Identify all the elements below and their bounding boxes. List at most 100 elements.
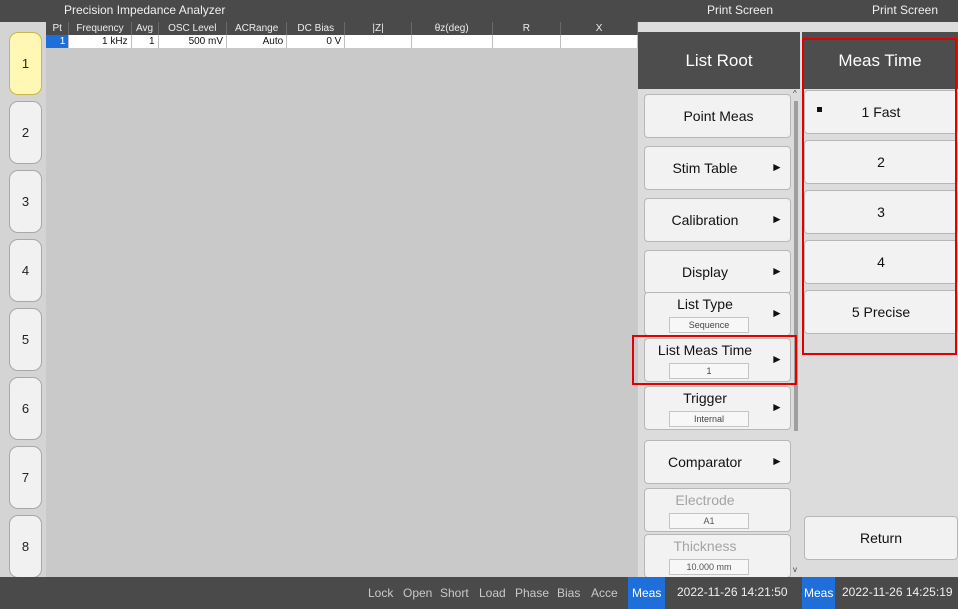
cell-z <box>344 35 412 48</box>
trigger-label: Trigger <box>683 390 727 406</box>
measurement-list-area: Pt Frequency Avg OSC Level ACRange DC Bi… <box>46 22 638 577</box>
option-label: 5 Precise <box>851 304 911 320</box>
option-label: 4 <box>877 254 885 270</box>
column-header-pt: Pt <box>46 22 70 35</box>
column-header-frequency: Frequency <box>68 22 132 35</box>
status-lock: Lock <box>368 586 394 600</box>
scroll-down-icon[interactable]: v <box>793 565 799 575</box>
column-header-osc-level: OSC Level <box>158 22 228 35</box>
status-acce: Acce <box>591 586 618 600</box>
column-header-avg: Avg <box>131 22 159 35</box>
title-bar: Precision Impedance Analyzer Print Scree… <box>0 0 958 22</box>
display-label: Display <box>682 264 728 280</box>
channel-tab-2[interactable]: 2 <box>9 101 42 164</box>
channel-tab-5[interactable]: 5 <box>9 308 42 371</box>
timestamp-1: 2022-11-26 14:21:50 <box>677 585 788 599</box>
status-short: Short <box>440 586 469 600</box>
meas-time-option-2[interactable]: 2 <box>804 140 958 184</box>
table-row[interactable]: 1 1 kHz 1 500 mV Auto 0 V <box>46 35 638 48</box>
channel-tab-7[interactable]: 7 <box>9 446 42 509</box>
menu-scrollbar[interactable]: ^ v <box>793 89 799 577</box>
meas-time-option-1[interactable]: 1 Fast <box>804 90 958 134</box>
column-header-x: X <box>560 22 638 35</box>
comparator-button[interactable]: Comparator ► <box>644 440 791 484</box>
list-type-button[interactable]: List Type Sequence ► <box>644 292 791 336</box>
status-phase: Phase <box>515 586 550 600</box>
cell-r <box>492 35 562 48</box>
list-type-value: Sequence <box>669 317 749 333</box>
timestamp-2: 2022-11-26 14:25:19 <box>842 585 953 599</box>
submenu-title: Meas Time <box>802 32 958 89</box>
calibration-button[interactable]: Calibration ► <box>644 198 791 242</box>
column-header-theta: θz(deg) <box>411 22 493 35</box>
status-open: Open <box>403 586 433 600</box>
electrode-label: Electrode <box>675 492 735 508</box>
point-meas-button[interactable]: Point Meas <box>644 94 791 138</box>
option-label: 1 Fast <box>861 104 901 120</box>
list-meas-time-button[interactable]: List Meas Time 1 ► <box>644 338 791 382</box>
meas-time-option-5[interactable]: 5 Precise <box>804 290 958 334</box>
column-header-ac-range: ACRange <box>226 22 288 35</box>
option-label: 3 <box>877 204 885 220</box>
chevron-right-icon: ► <box>771 264 783 278</box>
thickness-value: 10.000 mm <box>669 559 749 575</box>
channel-tab-strip: 1 2 3 4 5 6 7 8 <box>0 22 46 578</box>
status-meas-2: Meas <box>802 577 836 609</box>
cell-ac-range[interactable]: Auto <box>226 35 288 48</box>
selected-bullet-icon <box>817 107 822 112</box>
calibration-label: Calibration <box>671 212 739 228</box>
option-label: 2 <box>877 154 885 170</box>
thickness-button: Thickness 10.000 mm <box>644 534 791 578</box>
return-button[interactable]: Return <box>804 516 958 560</box>
trigger-value: Internal <box>669 411 749 427</box>
measurement-table: Pt Frequency Avg OSC Level ACRange DC Bi… <box>46 22 638 48</box>
meas-time-submenu: Meas Time 1 Fast 2 3 4 5 Precise Return <box>800 22 958 577</box>
table-header-row: Pt Frequency Avg OSC Level ACRange DC Bi… <box>46 22 638 35</box>
cell-avg[interactable]: 1 <box>131 35 159 48</box>
cell-frequency[interactable]: 1 kHz <box>68 35 132 48</box>
comparator-label: Comparator <box>668 454 742 470</box>
chevron-right-icon: ► <box>771 306 783 320</box>
cell-dc-bias[interactable]: 0 V <box>286 35 346 48</box>
stim-table-label: Stim Table <box>672 160 738 176</box>
column-header-z: |Z| <box>344 22 412 35</box>
point-meas-label: Point Meas <box>683 108 754 124</box>
status-meas: Meas <box>628 577 666 609</box>
column-header-r: R <box>492 22 562 35</box>
cell-theta <box>411 35 493 48</box>
channel-tab-1[interactable]: 1 <box>9 32 42 95</box>
list-meas-time-label: List Meas Time <box>657 342 753 358</box>
channel-tab-3[interactable]: 3 <box>9 170 42 233</box>
app-title: Precision Impedance Analyzer <box>64 3 226 17</box>
channel-tab-4[interactable]: 4 <box>9 239 42 302</box>
softkey-menu: List Root Point Meas Stim Table ► Calibr… <box>638 22 800 578</box>
thickness-label: Thickness <box>673 538 737 554</box>
return-label: Return <box>859 530 903 546</box>
display-button[interactable]: Display ► <box>644 250 791 294</box>
stim-table-button[interactable]: Stim Table ► <box>644 146 791 190</box>
list-meas-time-value: 1 <box>669 363 749 379</box>
cell-osc-level[interactable]: 500 mV <box>158 35 228 48</box>
chevron-right-icon: ► <box>771 212 783 226</box>
channel-tab-8[interactable]: 8 <box>9 515 42 578</box>
chevron-right-icon: ► <box>771 160 783 174</box>
electrode-value: A1 <box>669 513 749 529</box>
print-screen-button-2[interactable]: Print Screen <box>872 3 938 17</box>
scroll-up-icon[interactable]: ^ <box>793 89 799 99</box>
meas-time-option-4[interactable]: 4 <box>804 240 958 284</box>
column-header-dc-bias: DC Bias <box>286 22 346 35</box>
menu-title: List Root <box>638 32 800 89</box>
cell-x <box>560 35 638 48</box>
print-screen-button[interactable]: Print Screen <box>707 3 773 17</box>
chevron-right-icon: ► <box>771 454 783 468</box>
channel-tab-6[interactable]: 6 <box>9 377 42 440</box>
electrode-button: Electrode A1 <box>644 488 791 532</box>
trigger-button[interactable]: Trigger Internal ► <box>644 386 791 430</box>
list-type-label: List Type <box>677 296 733 312</box>
meas-time-option-3[interactable]: 3 <box>804 190 958 234</box>
status-load: Load <box>479 586 506 600</box>
chevron-right-icon: ► <box>771 400 783 414</box>
status-bias: Bias <box>557 586 581 600</box>
cell-pt[interactable]: 1 <box>46 35 70 48</box>
scroll-thumb[interactable] <box>794 101 798 431</box>
